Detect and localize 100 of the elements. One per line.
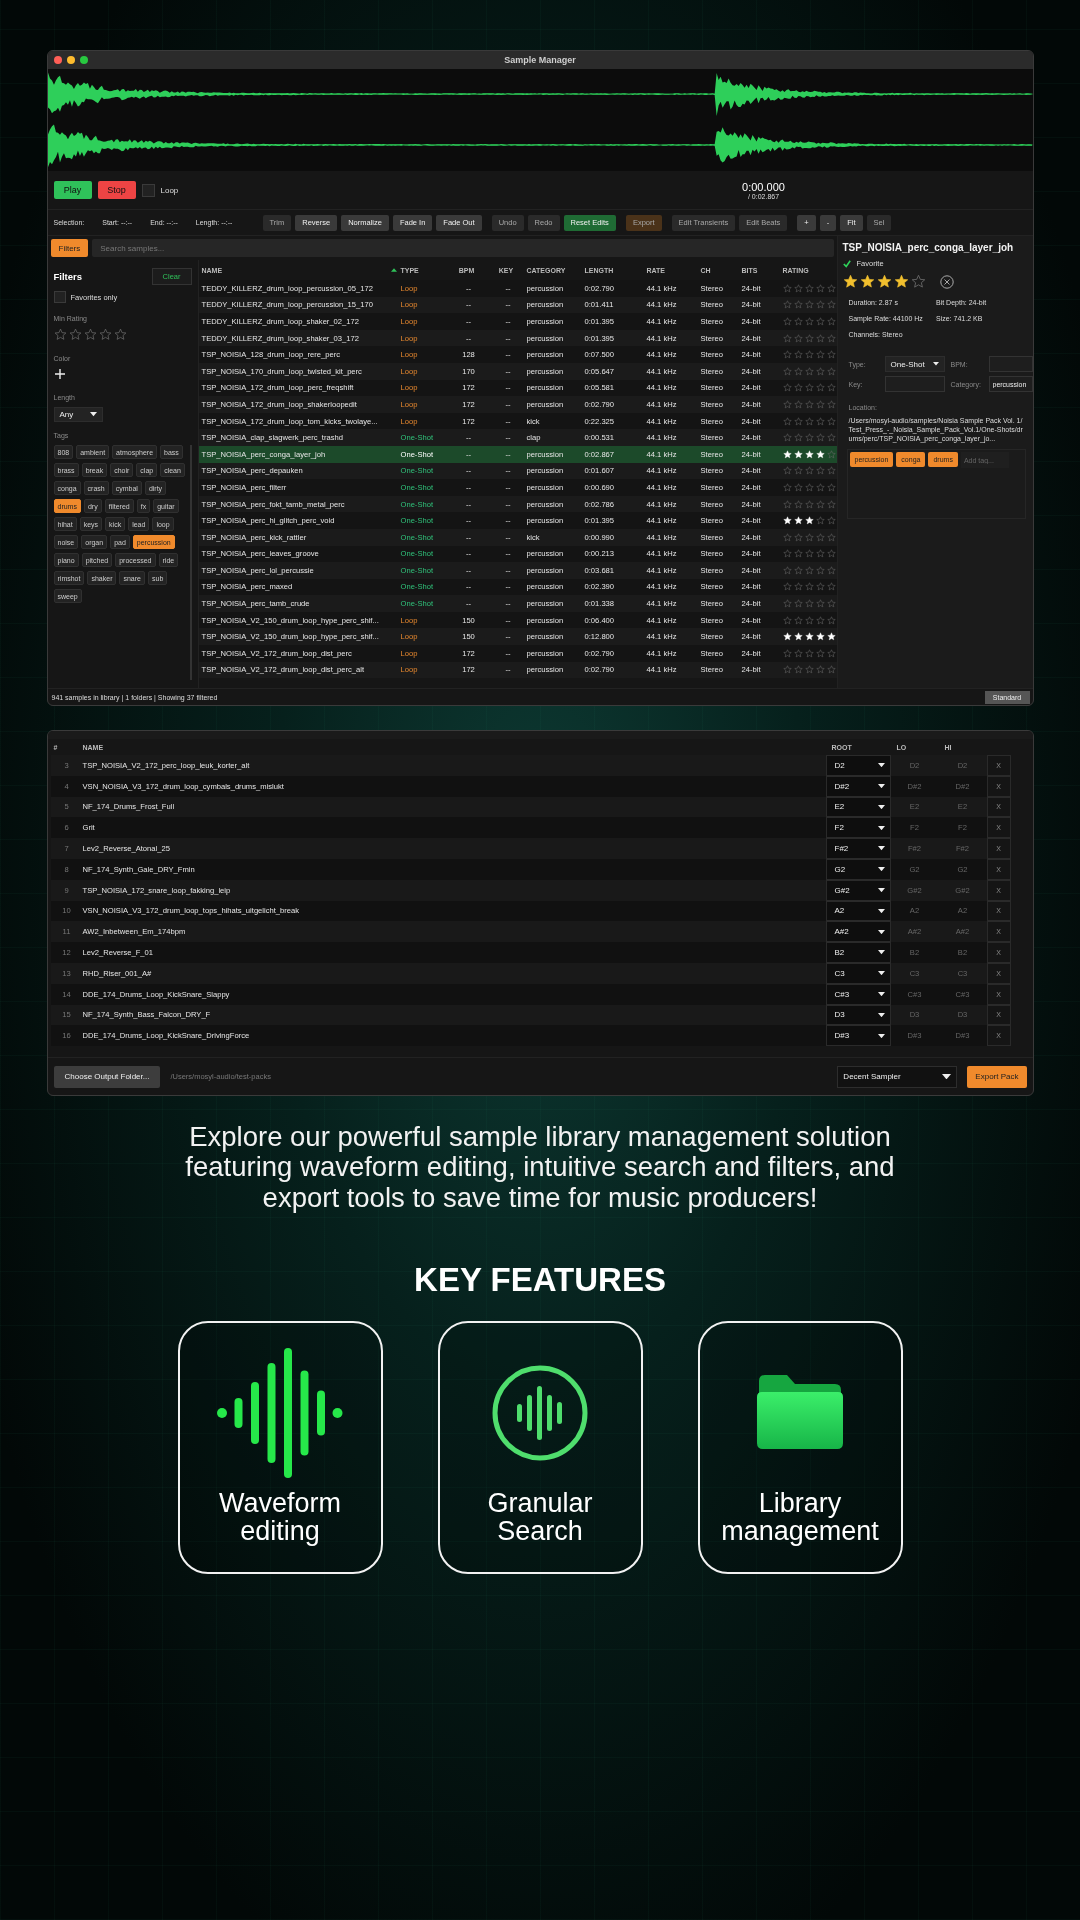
caret-icon: [877, 971, 885, 976]
star-rating[interactable]: [782, 582, 836, 592]
root-note-select[interactable]: G#2: [825, 879, 891, 901]
star-icon: [793, 300, 803, 310]
play-button[interactable]: Play: [53, 181, 92, 199]
format-select[interactable]: Decent Sampler: [837, 1065, 958, 1088]
star-rating[interactable]: [782, 565, 836, 575]
caret-icon: [877, 888, 885, 893]
star-rating[interactable]: [782, 499, 836, 509]
star-rating[interactable]: [782, 366, 836, 376]
favorites-checkbox[interactable]: [53, 291, 66, 303]
star-icon: [804, 565, 814, 575]
star-icon: [826, 516, 836, 526]
star-rating[interactable]: [782, 433, 836, 443]
star-rating[interactable]: [842, 274, 926, 289]
type-select[interactable]: One-Shot: [884, 356, 945, 372]
star-rating[interactable]: [782, 648, 836, 658]
star-icon: [782, 333, 792, 343]
star-icon: [826, 565, 836, 575]
star-rating[interactable]: [782, 350, 836, 360]
root-note-select[interactable]: E2: [825, 796, 891, 818]
favorite-checkbox[interactable]: [842, 259, 852, 268]
star-icon: [804, 632, 814, 642]
caret-icon: [932, 362, 939, 366]
star-icon: [782, 350, 792, 360]
root-note-select[interactable]: A2: [825, 900, 891, 922]
root-note-select[interactable]: D3: [825, 1004, 891, 1026]
loop-checkbox[interactable]: [141, 183, 155, 197]
star-icon: [893, 274, 909, 289]
star-icon: [793, 449, 803, 459]
root-note-select[interactable]: A#2: [825, 921, 891, 943]
search-field[interactable]: Search samples...: [92, 239, 834, 257]
root-note-select[interactable]: G2: [825, 859, 891, 880]
caret-icon: [877, 1033, 885, 1038]
filters-button[interactable]: Filters: [50, 239, 89, 257]
root-note-select[interactable]: C3: [825, 962, 891, 984]
caret-icon: [877, 929, 885, 934]
caret-icon: [877, 763, 885, 768]
star-rating[interactable]: [782, 599, 836, 609]
root-note-select[interactable]: F#2: [825, 838, 891, 859]
star-icon: [804, 648, 814, 658]
star-icon: [804, 499, 814, 509]
star-icon: [793, 283, 803, 293]
root-note-select[interactable]: F2: [825, 817, 891, 839]
star-icon: [826, 615, 836, 625]
star-icon: [815, 350, 825, 360]
root-note-select[interactable]: D#2: [825, 775, 891, 797]
star-icon: [782, 317, 792, 326]
add-icon[interactable]: [53, 368, 66, 380]
star-rating[interactable]: [782, 300, 836, 310]
star-rating[interactable]: [782, 532, 836, 542]
star-rating[interactable]: [782, 317, 836, 326]
loop-label: Loop: [160, 185, 179, 195]
root-note-select[interactable]: D2: [825, 755, 891, 776]
star-icon: [815, 366, 825, 376]
star-icon: [804, 466, 814, 476]
waveform-drawing[interactable]: [47, 69, 1033, 171]
star-rating[interactable]: [782, 549, 836, 559]
star-icon: [782, 300, 792, 310]
star-icon: [782, 632, 792, 642]
star-rating[interactable]: [782, 449, 836, 459]
feature-label: Library management: [720, 1488, 880, 1546]
star-rating[interactable]: [782, 632, 836, 642]
star-rating[interactable]: [782, 665, 836, 675]
root-note-select[interactable]: D#3: [825, 1025, 891, 1047]
star-rating[interactable]: [782, 383, 836, 393]
length-select[interactable]: Any: [53, 407, 103, 422]
root-note-select[interactable]: C#3: [825, 983, 891, 1005]
star-rating[interactable]: [782, 466, 836, 476]
minimize-button[interactable]: [66, 56, 75, 64]
star-icon: [782, 416, 792, 426]
star-icon: [826, 366, 836, 376]
star-icon: [804, 366, 814, 376]
root-note-select[interactable]: B2: [825, 942, 891, 963]
star-icon: [826, 665, 836, 675]
zoom-button[interactable]: [79, 56, 88, 64]
star-rating[interactable]: [782, 333, 836, 343]
star-icon: [815, 648, 825, 658]
star-icon: [826, 449, 836, 459]
star-icon: [815, 549, 825, 559]
bpm-field[interactable]: [988, 356, 1033, 372]
section-heading: KEY FEATURES: [414, 1260, 666, 1299]
clear-rating-icon[interactable]: [939, 274, 954, 289]
star-rating[interactable]: [782, 482, 836, 492]
star-rating[interactable]: [782, 416, 836, 426]
choose-folder-button[interactable]: Choose Output Folder...: [53, 1065, 161, 1088]
star-rating[interactable]: [782, 615, 836, 625]
star-icon: [815, 499, 825, 509]
star-icon: [782, 615, 792, 625]
star-rating[interactable]: [782, 516, 836, 526]
close-button[interactable]: [53, 56, 62, 64]
stop-button[interactable]: Stop: [97, 181, 136, 199]
star-rating[interactable]: [782, 399, 836, 409]
star-icon: [826, 482, 836, 492]
export-pack-button[interactable]: Export Pack: [967, 1065, 1027, 1088]
star-icon: [793, 466, 803, 476]
star-icon: [804, 449, 814, 459]
star-rating[interactable]: [782, 283, 836, 293]
star-icon: [793, 532, 803, 542]
key-field[interactable]: [884, 376, 945, 392]
